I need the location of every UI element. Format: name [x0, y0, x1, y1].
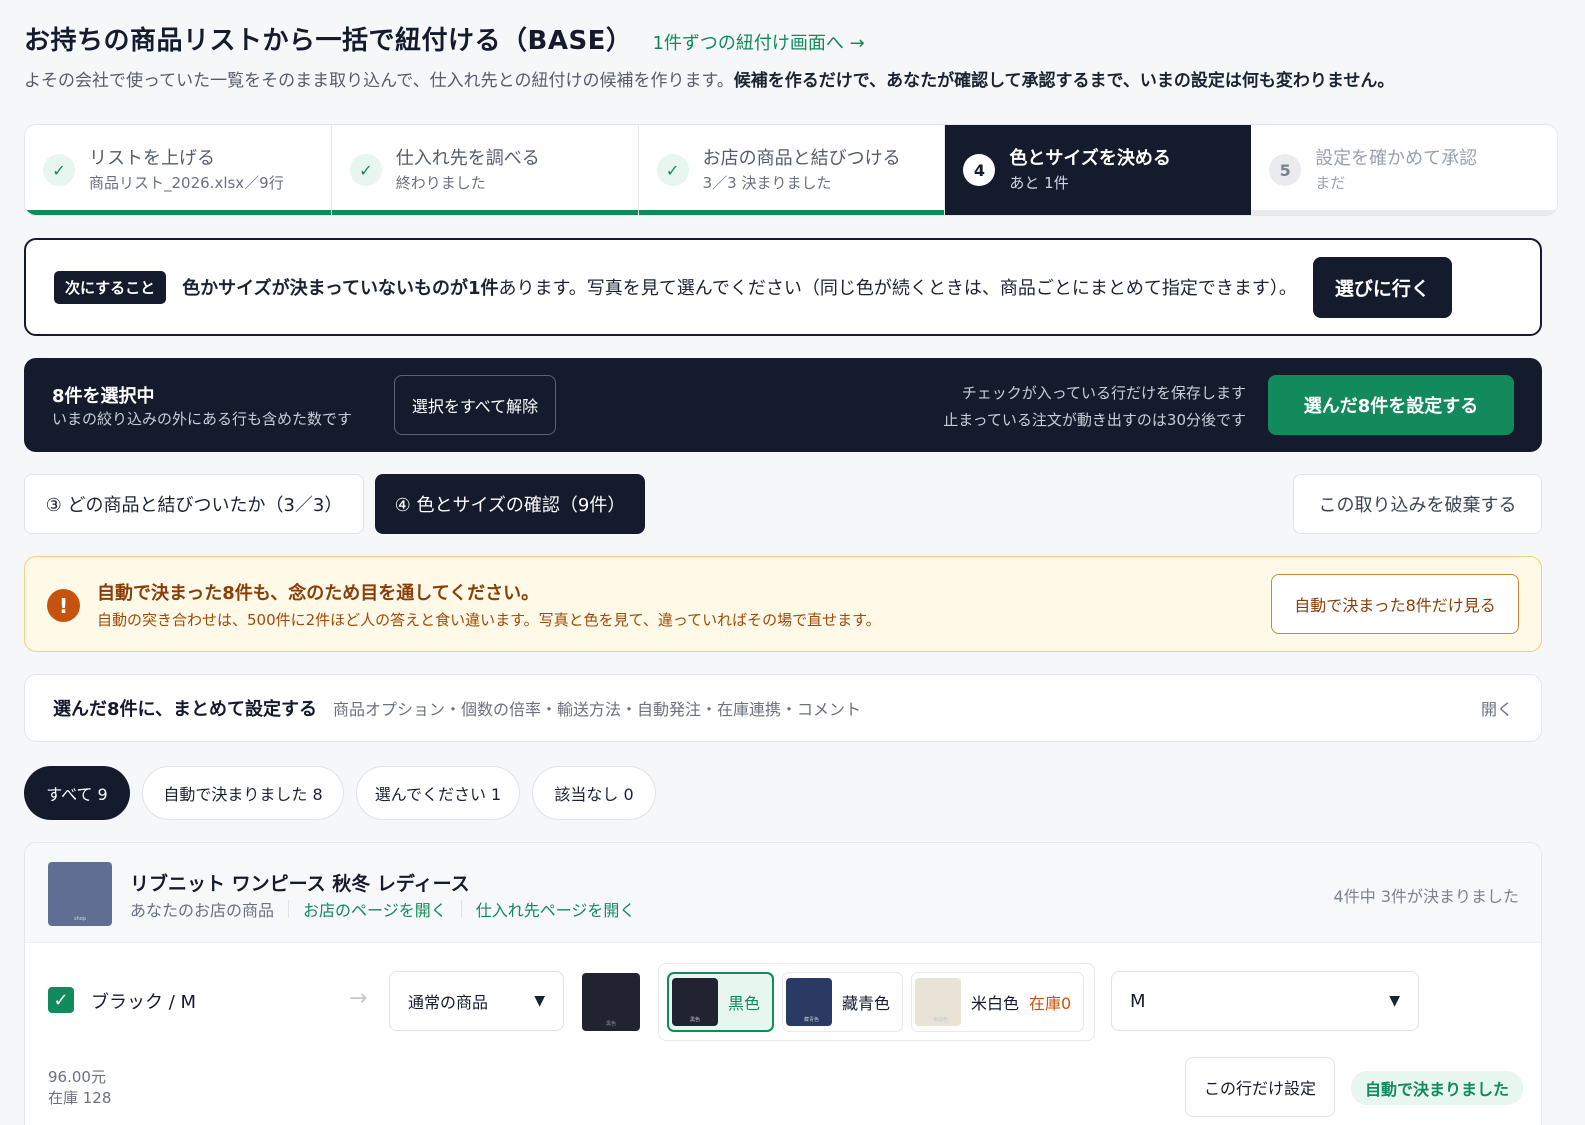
- swatch-text: 米白色: [933, 1017, 949, 1023]
- product-links: あなたのお店の商品 お店のページを開く 仕入れ先ページを開く: [130, 897, 635, 921]
- page-header: お持ちの商品リストから一括で紐付ける（BASE） 1件ずつの紐付け画面へ →: [24, 20, 865, 57]
- discard-import-button[interactable]: この取り込みを破棄する: [1293, 474, 1542, 534]
- auto-warning: ! 自動で決まった8件も、念のため目を通してください。 自動の突き合わせは、50…: [24, 556, 1542, 652]
- color-name: 藏青色: [842, 994, 891, 1013]
- chevron-down-icon: ▼: [534, 993, 545, 1009]
- step-supplier[interactable]: ✓ 仕入れ先を調べる 終わりました: [331, 125, 639, 215]
- selection-count: 8件を選択中: [52, 386, 155, 407]
- warning-text: 自動の突き合わせは、500件に2件ほど人の答えと食い違います。写真と色を見て、違…: [97, 611, 881, 629]
- step-label: 設定を確かめて承認: [1315, 148, 1478, 169]
- product-kind-value: 通常の商品: [408, 993, 489, 1012]
- color-option-black[interactable]: 黒色 黒色: [667, 972, 775, 1032]
- color-option-navy[interactable]: 藏青色 藏青色: [782, 972, 904, 1032]
- color-swatch: 米白色: [915, 978, 961, 1026]
- step-label: 仕入れ先を調べる: [395, 148, 540, 169]
- subtitle-text: よその会社で使っていた一覧をそのまま取り込んで、仕入れ先との紐付けの候補を作りま…: [24, 71, 734, 91]
- product-kind-select[interactable]: 通常の商品 ▼: [389, 971, 564, 1031]
- page-subtitle: よその会社で使っていた一覧をそのまま取り込んで、仕入れ先との紐付けの候補を作りま…: [24, 66, 1394, 91]
- selection-note: いまの絞り込みの外にある行も含めた数です: [52, 410, 353, 428]
- step-number: 5: [1269, 154, 1302, 186]
- selection-hint-line2: 止まっている注文が動き出すのは30分後です: [943, 411, 1246, 429]
- next-action-tag: 次にすること: [54, 270, 167, 304]
- selection-hint: チェックが入っている行だけを保存します 止まっている注文が動き出すのは30分後で…: [943, 380, 1246, 434]
- bulk-title: 選んだ8件に、まとめて設定する: [53, 699, 317, 720]
- check-icon: ✓: [43, 154, 75, 186]
- arrow-right-icon: →: [349, 986, 368, 1011]
- step-label: リストを上げる: [89, 148, 215, 169]
- color-swatch: 藏青色: [786, 978, 832, 1026]
- variant-label: ブラック / M: [91, 992, 197, 1013]
- warning-icon: !: [47, 589, 80, 622]
- variant-photo: 黒色: [582, 973, 640, 1031]
- single-link[interactable]: 1件ずつの紐付け画面へ →: [652, 29, 864, 55]
- next-action-bold: 色かサイズが決まっていないものが1件: [182, 278, 499, 299]
- color-name: 黒色: [728, 994, 761, 1013]
- color-options: 黒色 黒色 藏青色 藏青色 米白色 米白色 在庫0: [658, 963, 1095, 1041]
- open-supplier-page-link[interactable]: 仕入れ先ページを開く: [476, 897, 636, 921]
- tab-color-size[interactable]: ④ 色とサイズの確認（9件）: [375, 474, 645, 534]
- go-select-button[interactable]: 選びに行く: [1312, 256, 1452, 318]
- price-info: 96.00元 在庫 128: [48, 1067, 111, 1109]
- out-of-stock-label: 在庫0: [1029, 994, 1072, 1013]
- filter-all[interactable]: すべて 9: [24, 766, 130, 820]
- color-option-offwhite[interactable]: 米白色 米白色 在庫0: [911, 972, 1085, 1032]
- bulk-settings[interactable]: 選んだ8件に、まとめて設定する 商品オプション・個数の倍率・輸送方法・自動発注・…: [24, 674, 1542, 742]
- shop-product-label: あなたのお店の商品: [130, 901, 275, 920]
- step-label: 色とサイズを決める: [1009, 148, 1171, 169]
- filter-choose[interactable]: 選んでください 1: [356, 766, 520, 820]
- step-confirm[interactable]: 5 設定を確かめて承認 まだ: [1251, 125, 1557, 215]
- subtitle-bold: 候補を作るだけで、あなたが確認して承認するまで、いまの設定は何も変わりません。: [733, 71, 1395, 91]
- apply-selected-button[interactable]: 選んだ8件を設定する: [1268, 375, 1514, 435]
- color-swatch: 黒色: [672, 978, 718, 1026]
- step-link-products[interactable]: ✓ お店の商品と結びつける 3／3 決まりました: [638, 125, 946, 215]
- step-upload[interactable]: ✓ リストを上げる商品リスト_2026.xlsx／9行: [25, 125, 332, 215]
- stepper: ✓ リストを上げる商品リスト_2026.xlsx／9行 ✓ 仕入れ先を調べる 終わ…: [24, 124, 1558, 216]
- clear-selection-button[interactable]: 選択をすべて解除: [394, 375, 556, 435]
- next-action-text: 色かサイズが決まっていないものが1件あります。写真を見て選んでください（同じ色が…: [182, 274, 1297, 300]
- color-name: 米白色: [971, 994, 1020, 1013]
- row-checkbox[interactable]: ✓: [48, 987, 74, 1013]
- size-select[interactable]: M ▼: [1111, 971, 1419, 1031]
- check-icon: ✓: [349, 154, 382, 186]
- product-header: shop リブニット ワンピース 秋冬 レディース あなたのお店の商品 お店のペ…: [25, 843, 1541, 943]
- tab-product-links[interactable]: ③ どの商品と結びついたか（3／3）: [24, 474, 364, 534]
- page-title: お持ちの商品リストから一括で紐付ける（BASE）: [24, 26, 633, 56]
- selection-hint-line1: チェックが入っている行だけを保存します: [961, 384, 1246, 402]
- price-value: 96.00元: [48, 1068, 106, 1086]
- step-sub: 終わりました: [395, 174, 486, 192]
- product-name: リブニット ワンピース 秋冬 レディース: [130, 873, 470, 895]
- product-status: 4件中 3件が決まりました: [1333, 887, 1519, 906]
- swatch-text: 藏青色: [804, 1017, 820, 1023]
- next-action-rest: あります。写真を見て選んでください（同じ色が続くときは、商品ごとにまとめて指定で…: [498, 278, 1297, 299]
- product-thumbnail: shop: [48, 862, 112, 926]
- swatch-text: 黒色: [690, 1017, 701, 1023]
- bulk-sub: 商品オプション・個数の倍率・輸送方法・自動発注・在庫連携・コメント: [332, 700, 861, 719]
- stock-value: 在庫 128: [48, 1089, 112, 1107]
- divider: [460, 900, 462, 918]
- bulk-open-button[interactable]: 開く: [1481, 696, 1513, 720]
- next-action-box: 次にすること 色かサイズが決まっていないものが1件あります。写真を見て選んでくだ…: [24, 238, 1542, 336]
- filter-none[interactable]: 該当なし 0: [532, 766, 656, 820]
- step-number: 4: [963, 154, 996, 186]
- step-label: お店の商品と結びつける: [702, 148, 901, 169]
- thumbnail-text: shop: [74, 916, 87, 922]
- warning-title: 自動で決まった8件も、念のため目を通してください。: [97, 583, 540, 604]
- step-color-size[interactable]: 4 色とサイズを決める あと 1件: [945, 125, 1252, 215]
- set-row-button[interactable]: この行だけ設定: [1185, 1057, 1335, 1117]
- check-icon: ✓: [656, 154, 689, 186]
- size-value: M: [1130, 990, 1146, 1012]
- variant-photo-text: 黒色: [606, 1021, 617, 1027]
- filter-auto[interactable]: 自動で決まりました 8: [142, 766, 344, 820]
- open-shop-page-link[interactable]: お店のページを開く: [303, 897, 447, 921]
- step-sub: 商品リスト_2026.xlsx／9行: [89, 174, 284, 192]
- step-sub: あと 1件: [1009, 174, 1069, 192]
- show-auto-button[interactable]: 自動で決まった8件だけ見る: [1271, 574, 1519, 634]
- step-sub: 3／3 決まりました: [702, 174, 832, 192]
- selection-bar: 8件を選択中 いまの絞り込みの外にある行も含めた数です 選択をすべて解除 チェッ…: [24, 358, 1542, 452]
- status-badge: 自動で決まりました: [1351, 1071, 1524, 1105]
- chevron-down-icon: ▼: [1389, 993, 1400, 1009]
- product-card: shop リブニット ワンピース 秋冬 レディース あなたのお店の商品 お店のペ…: [24, 842, 1542, 1125]
- divider: [288, 900, 290, 918]
- step-sub: まだ: [1315, 174, 1346, 192]
